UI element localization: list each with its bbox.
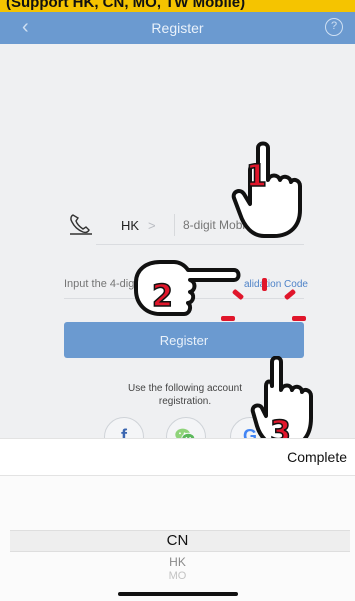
tap-spark <box>221 316 235 321</box>
step-number-1: 1 <box>246 159 267 194</box>
picker-option[interactable]: HK <box>0 555 355 569</box>
page-title: Register <box>151 20 204 36</box>
picker-option[interactable]: MO <box>0 570 355 582</box>
step-number-2: 2 <box>152 279 173 314</box>
chevron-right-icon[interactable]: > <box>148 218 156 233</box>
phone-handset-icon <box>70 214 92 235</box>
divider <box>174 214 175 236</box>
tap-hand-annotation-1: 1 <box>231 141 302 238</box>
tap-hand-annotation-3: 3 <box>250 356 313 451</box>
get-validation-code-link[interactable]: alidation Code <box>244 279 308 290</box>
picker-option-selected[interactable]: CN <box>0 532 355 549</box>
tap-hand-annotation-2: 2 <box>134 260 241 316</box>
divider <box>96 244 304 245</box>
nav-bar: ‹ Register ? <box>0 12 355 44</box>
region-picker-sheet: Complete CN HK MO <box>0 438 355 601</box>
banner-text: (Support HK, CN, MO, TW Mobile) <box>6 0 246 11</box>
picker-toolbar: Complete <box>0 438 355 476</box>
register-form: HK > alidation Code Register Use the fol… <box>0 44 355 457</box>
home-indicator <box>118 592 238 596</box>
tap-spark <box>292 316 306 321</box>
complete-button[interactable]: Complete <box>287 449 347 465</box>
region-code-selector[interactable]: HK <box>121 218 139 233</box>
register-button[interactable]: Register <box>64 322 304 358</box>
tap-spark <box>262 278 267 291</box>
instruction-banner: (Support HK, CN, MO, TW Mobile) <box>0 0 355 12</box>
help-icon[interactable]: ? <box>325 18 343 36</box>
social-caption: Use the following account registration. <box>128 383 242 407</box>
